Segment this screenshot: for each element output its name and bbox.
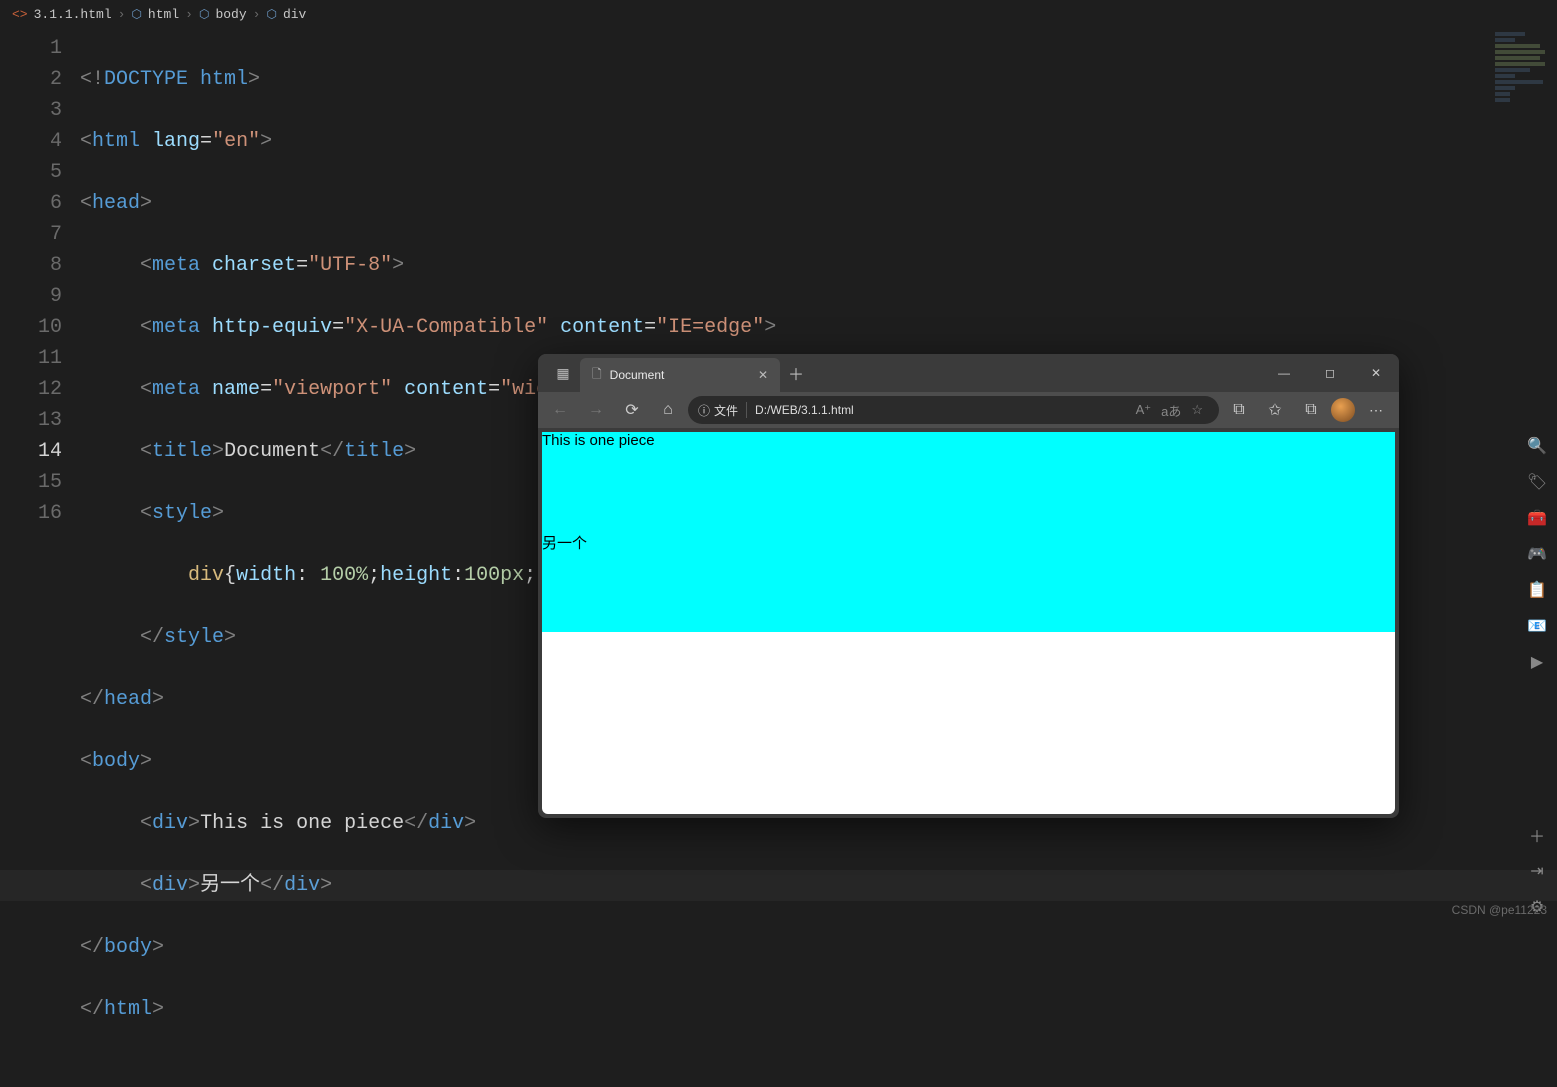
file-label: 文件	[714, 402, 738, 419]
refresh-button[interactable]: ⟳	[616, 394, 648, 426]
favorites-icon[interactable]: ✩	[1259, 394, 1291, 426]
games-icon[interactable]: 🎮	[1527, 544, 1547, 564]
line-number-gutter: 1 2 3 4 5 6 7 8 9 10 11 12 13 14 15 16	[0, 28, 80, 921]
youtube-icon[interactable]: ▶	[1527, 652, 1547, 672]
office-icon[interactable]: 📋	[1527, 580, 1547, 600]
browser-tab[interactable]: 🗋 Document ✕	[580, 358, 780, 392]
maximize-button[interactable]: ◻	[1307, 354, 1353, 392]
tag-icon: ⬡	[131, 7, 141, 22]
breadcrumb: <> 3.1.1.html › ⬡ html › ⬡ body › ⬡ div	[0, 0, 1557, 28]
outlook-icon[interactable]: 📧	[1527, 616, 1547, 636]
home-button[interactable]: ⌂	[652, 394, 684, 426]
browser-titlebar: ▦ 🗋 Document ✕ ＋ ― ◻ ✕	[538, 354, 1399, 392]
forward-button: →	[580, 394, 612, 426]
url-text: D:/WEB/3.1.1.html	[755, 403, 854, 417]
page-icon: 🗋	[592, 365, 602, 386]
breadcrumb-item[interactable]: div	[283, 7, 306, 22]
favorite-icon[interactable]: ☆	[1191, 402, 1203, 418]
shopping-icon[interactable]: 🏷	[1527, 472, 1547, 492]
tag-icon: ⬡	[199, 7, 209, 22]
address-toolbar: ← → ⟳ ⌂ ⓘ 文件 D:/WEB/3.1.1.html A⁺ aあ ☆ ⧉…	[538, 392, 1399, 428]
close-tab-icon[interactable]: ✕	[758, 368, 768, 382]
close-window-button[interactable]: ✕	[1353, 354, 1399, 392]
collections-icon[interactable]: ⧉	[1295, 394, 1327, 426]
breadcrumb-item[interactable]: html	[148, 7, 179, 22]
page-div-1: This is one piece	[542, 432, 1395, 532]
tag-icon: ⬡	[266, 7, 276, 22]
breadcrumb-file[interactable]: 3.1.1.html	[34, 7, 112, 22]
info-icon[interactable]: ⓘ	[698, 402, 710, 419]
reader-icon[interactable]: A⁺	[1136, 402, 1152, 418]
tab-actions-icon[interactable]: ▦	[546, 354, 580, 392]
browser-window: ▦ 🗋 Document ✕ ＋ ― ◻ ✕ ← → ⟳ ⌂ ⓘ 文件 D:/W…	[538, 354, 1399, 818]
edge-sidebar: 🔍 🏷 🧰 🎮 📋 📧 ▶ ＋ ⇥ ⚙	[1517, 420, 1557, 917]
back-button[interactable]: ←	[544, 394, 576, 426]
minimize-button[interactable]: ―	[1261, 354, 1307, 392]
profile-avatar[interactable]	[1331, 398, 1355, 422]
minimap[interactable]	[1495, 32, 1551, 102]
extensions-icon[interactable]: ⧉	[1223, 394, 1255, 426]
add-icon[interactable]: ＋	[1527, 825, 1547, 845]
breadcrumb-item[interactable]: body	[215, 7, 246, 22]
active-line-highlight	[0, 870, 1557, 901]
tab-title: Document	[610, 368, 665, 382]
hide-sidebar-icon[interactable]: ⇥	[1527, 861, 1547, 881]
search-icon[interactable]: 🔍	[1527, 436, 1547, 456]
address-bar[interactable]: ⓘ 文件 D:/WEB/3.1.1.html A⁺ aあ ☆	[688, 396, 1219, 424]
browser-viewport[interactable]: This is one piece 另一个	[542, 432, 1395, 814]
tools-icon[interactable]: 🧰	[1527, 508, 1547, 528]
page-div-2: 另一个	[542, 532, 1395, 632]
file-icon: <>	[12, 7, 28, 22]
new-tab-button[interactable]: ＋	[780, 354, 812, 392]
watermark: CSDN @pe11223	[1452, 903, 1547, 917]
more-menu-button[interactable]: ⋯	[1359, 402, 1393, 419]
translate-icon[interactable]: aあ	[1161, 401, 1181, 420]
